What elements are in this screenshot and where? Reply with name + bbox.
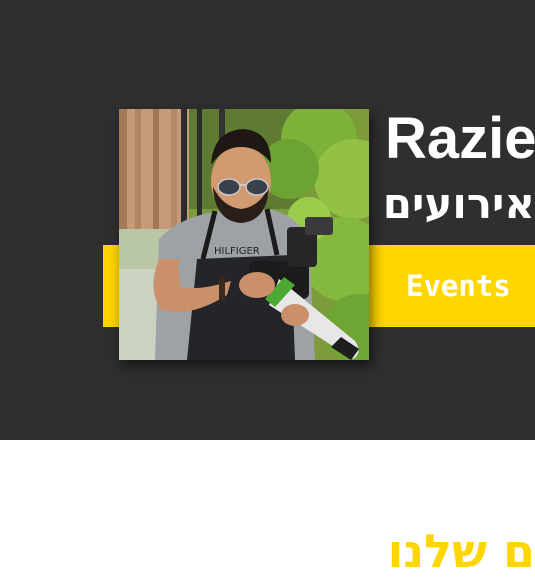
hero-subtitle: אירועים: [385, 179, 535, 228]
events-label[interactable]: Events: [406, 266, 511, 306]
photographer-illustration: HILFIGER: [119, 109, 369, 360]
photographer-photo: HILFIGER: [119, 109, 369, 360]
photographer-name: Razie: [385, 106, 535, 171]
section-heading: ם שלנו: [387, 524, 535, 578]
shirt-logo-text: HILFIGER: [214, 246, 260, 257]
